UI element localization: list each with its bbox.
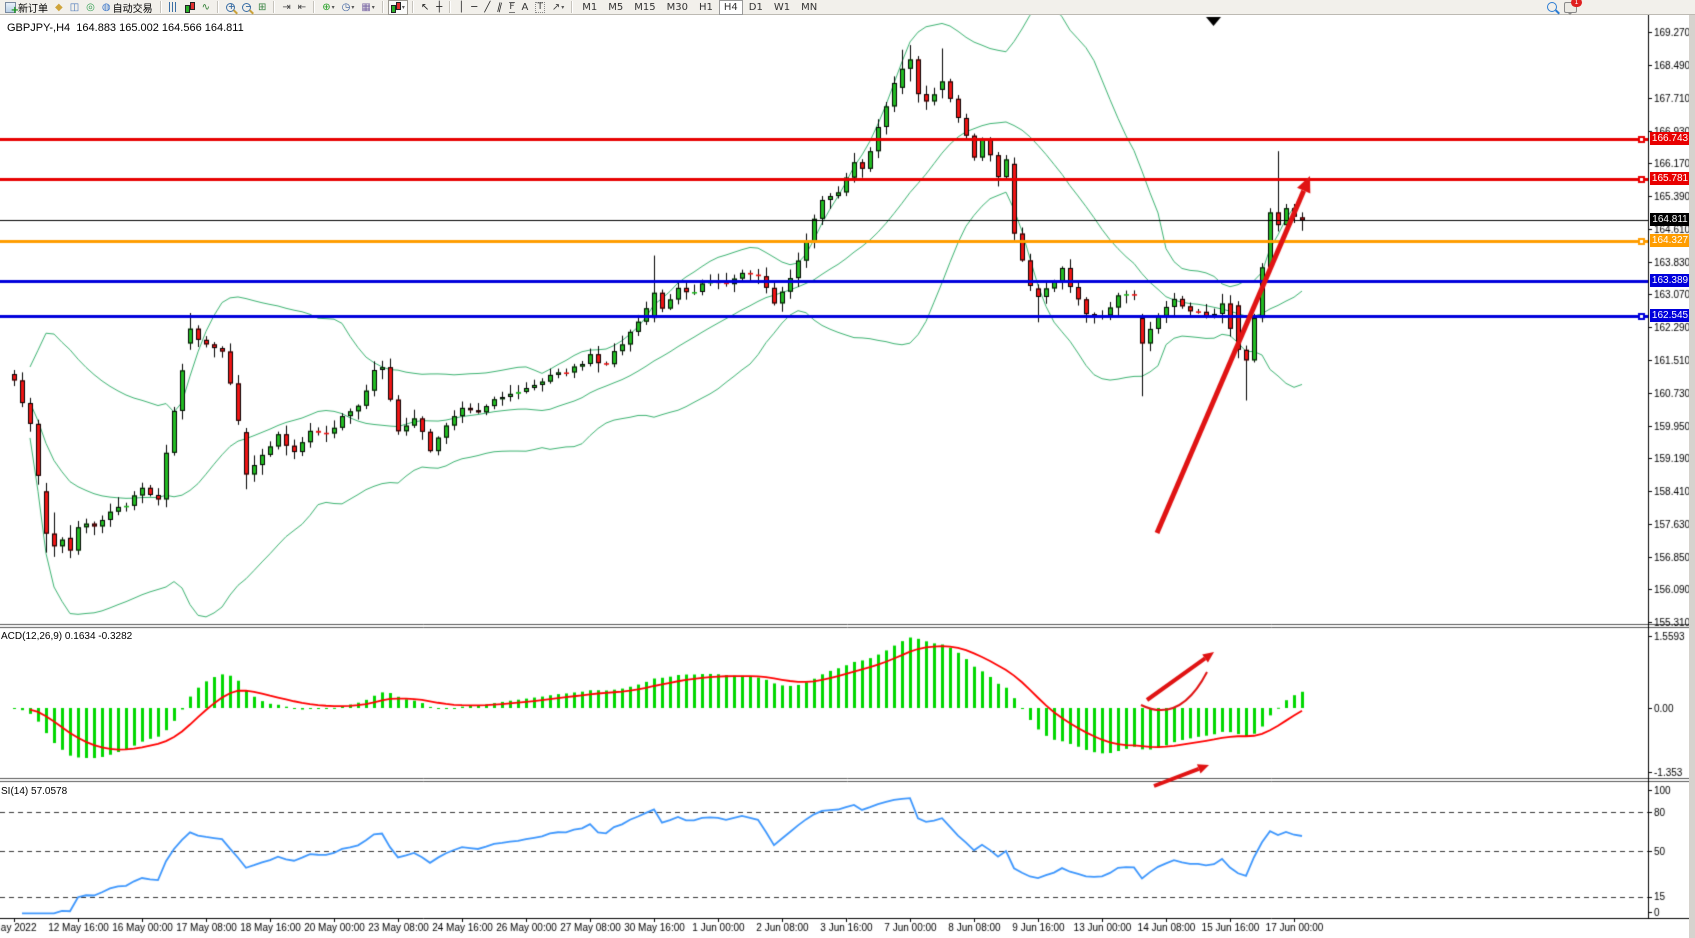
trendline-icon: ╱ (484, 2, 490, 13)
signal-icon: ◎ (86, 2, 95, 13)
cursor-button[interactable]: ↖ (418, 0, 432, 15)
timeframe-m15-button[interactable]: M15 (629, 0, 660, 15)
periods-button[interactable]: ◷▾ (339, 0, 358, 15)
horizontal-line-icon: ─ (471, 2, 477, 13)
line-chart-button[interactable]: ∿ (199, 0, 213, 15)
vertical-line-icon: │ (458, 2, 464, 13)
macd-indicator-label: ACD(12,26,9) 0.1634 -0.3282 (1, 631, 132, 642)
periods-dropdown-icon[interactable]: ▾ (351, 4, 354, 11)
text-button[interactable]: A (519, 0, 532, 15)
cursor-icon: ↖ (421, 2, 429, 13)
profiles-button[interactable]: ◆ (52, 0, 66, 15)
price-axis-badge-164.811: 164.811 (1650, 213, 1690, 226)
timeframe-h4-button[interactable]: H4 (719, 0, 743, 15)
timeframe-m5-button[interactable]: M5 (603, 0, 628, 15)
toolbar-separator (449, 1, 451, 13)
crosshair-button[interactable]: ┼ (433, 0, 445, 15)
templates-button[interactable]: ▦▾ (358, 0, 377, 15)
chart-mode-icon (391, 2, 401, 13)
horizontal-line-button[interactable]: ─ (468, 0, 480, 15)
templates-dropdown-icon[interactable]: ▾ (372, 4, 375, 11)
chart-shift-icon: ⇤ (298, 2, 306, 13)
arrows-button[interactable]: ↗▾ (549, 0, 567, 15)
zoom-out-icon (242, 3, 251, 12)
notification-badge: 1 (1571, 0, 1582, 7)
bar-chart-icon (169, 2, 178, 12)
line-chart-icon: ∿ (202, 2, 210, 13)
chat-icon: 1 (1564, 2, 1577, 13)
chart-shift-button[interactable]: ⇤ (295, 0, 309, 15)
channel-button[interactable]: ∥ (494, 0, 505, 15)
timeframe-m1-button[interactable]: M1 (577, 0, 602, 15)
price-axis-badge-163.389: 163.389 (1650, 274, 1690, 287)
market-watch-icon: ◫ (70, 2, 79, 13)
window-edge (1689, 0, 1695, 938)
text-label-button[interactable]: T (532, 0, 548, 15)
auto-scroll-button[interactable]: ⇥ (279, 0, 293, 15)
timeframe-h1-button[interactable]: H1 (694, 0, 718, 15)
timeframe-d1-button[interactable]: D1 (744, 0, 768, 15)
toolbar-separator (160, 1, 162, 13)
toolbar-separator (571, 1, 573, 13)
search-icon (1547, 2, 1557, 12)
indicators-icon: ⊕ (322, 2, 330, 13)
fibonacci-button[interactable]: F (506, 0, 517, 15)
timeframe-mn-button[interactable]: MN (796, 0, 822, 15)
tile-windows-button[interactable]: ⊞ (255, 0, 269, 15)
autotrading-icon: ◍ (102, 2, 111, 13)
trendline-button[interactable]: ╱ (481, 0, 493, 15)
toolbar-separator (273, 1, 275, 13)
market-watch-button[interactable]: ◫ (67, 0, 82, 15)
toolbar-separator (382, 1, 384, 13)
autotrading-button[interactable]: ◍自动交易 (99, 0, 156, 15)
arrows-dropdown-icon[interactable]: ▾ (561, 4, 564, 11)
text-icon: A (522, 2, 529, 13)
vertical-line-button[interactable]: │ (455, 0, 467, 15)
toolbar-separator (412, 1, 414, 13)
price-axis-badge-164.327: 164.327 (1650, 234, 1690, 247)
candlestick-chart-icon (185, 2, 195, 13)
chart-mode-button[interactable]: ▾ (388, 0, 408, 15)
zoom-in-icon (226, 3, 235, 12)
channel-icon: ∥ (496, 1, 504, 13)
new-order-button-label: 新订单 (18, 0, 48, 15)
autotrading-button-label: 自动交易 (113, 0, 153, 15)
auto-scroll-icon: ⇥ (282, 2, 290, 13)
chat-button[interactable]: 1 (1561, 0, 1580, 15)
new-order-icon (5, 2, 16, 13)
toolbar-separator (313, 1, 315, 13)
toolbar: 新订单◆◫◎◍自动交易∿⊞⇥⇤⊕▾◷▾▦▾▾↖┼│─╱∥FAT↗▾M1M5M15… (0, 0, 1695, 15)
chart-mode-dropdown-icon[interactable]: ▾ (402, 4, 405, 11)
timeframe-m30-button[interactable]: M30 (662, 0, 693, 15)
price-axis-badge-162.545: 162.545 (1650, 309, 1690, 322)
candlestick-chart-button[interactable] (182, 0, 198, 15)
signal-button[interactable]: ◎ (83, 0, 98, 15)
arrows-icon: ↗ (552, 2, 560, 13)
profiles-icon: ◆ (55, 2, 63, 13)
search-button[interactable] (1544, 0, 1560, 15)
text-label-icon: T (535, 2, 545, 13)
templates-icon: ▦ (361, 2, 370, 13)
zoom-out-button[interactable] (239, 0, 254, 15)
periods-icon: ◷ (342, 2, 351, 13)
chart-symbol-title: GBPJPY-,H4 164.883 165.002 164.566 164.8… (7, 22, 244, 34)
indicators-dropdown-icon[interactable]: ▾ (332, 4, 335, 11)
zoom-in-button[interactable] (223, 0, 238, 15)
rsi-indicator-label: SI(14) 57.0578 (1, 786, 67, 797)
bar-chart-button[interactable] (166, 0, 181, 15)
toolbar-separator (217, 1, 219, 13)
crosshair-icon: ┼ (436, 2, 442, 13)
new-order-button[interactable]: 新订单 (2, 0, 51, 15)
price-axis-badge-166.743: 166.743 (1650, 132, 1690, 145)
fibonacci-icon: F (509, 2, 514, 13)
timeframe-w1-button[interactable]: W1 (769, 0, 795, 15)
price-axis-badge-165.781: 165.781 (1650, 172, 1690, 185)
tile-windows-icon: ⊞ (258, 2, 266, 13)
indicators-button[interactable]: ⊕▾ (319, 0, 337, 15)
price-chart-canvas[interactable] (0, 0, 1695, 938)
